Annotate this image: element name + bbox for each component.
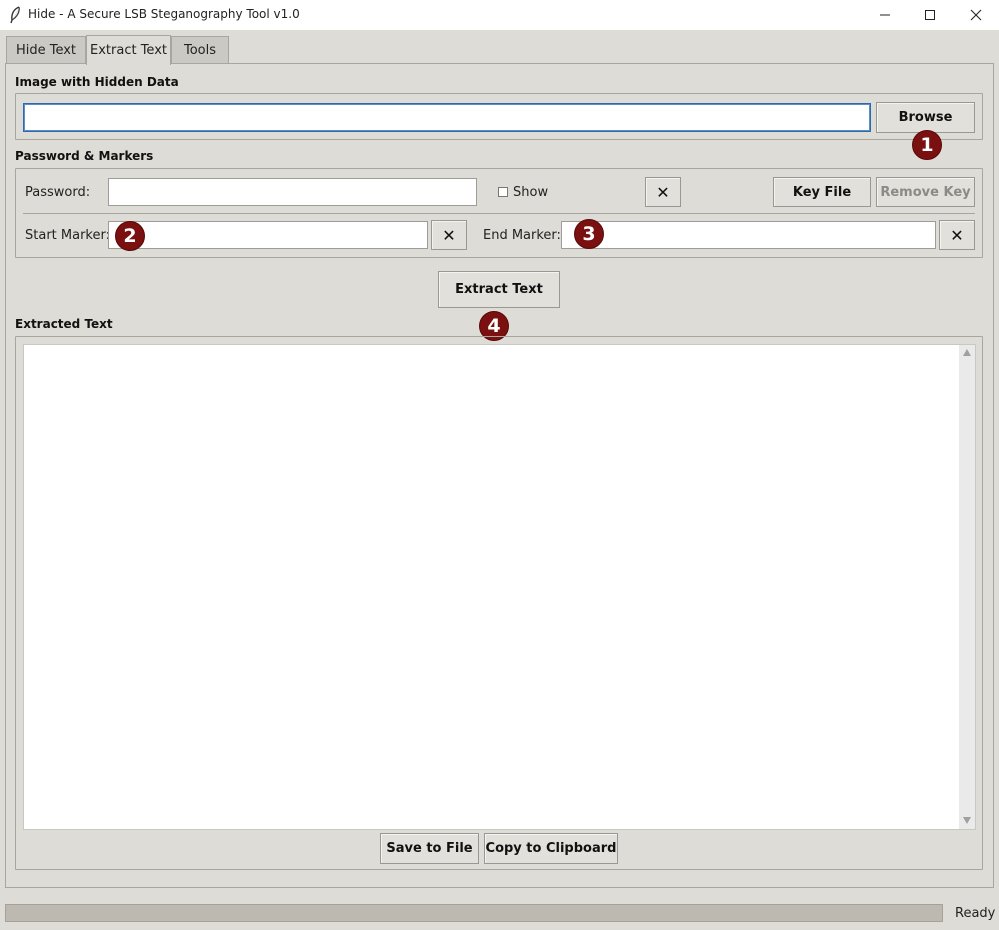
tab-hide-text[interactable]: Hide Text [6, 36, 86, 64]
minimize-icon [880, 14, 890, 16]
clear-start-marker-button[interactable]: ✕ [431, 220, 467, 250]
scroll-up-icon[interactable] [963, 349, 971, 356]
key-file-button[interactable]: Key File [773, 177, 871, 207]
clear-end-marker-button[interactable]: ✕ [939, 220, 975, 250]
window-title: Hide - A Secure LSB Steganography Tool v… [28, 7, 300, 21]
start-marker-input[interactable] [108, 221, 428, 249]
image-section-label: Image with Hidden Data [15, 75, 179, 89]
password-input[interactable] [108, 178, 477, 206]
status-text: Ready [955, 906, 996, 921]
extracted-text-content [24, 345, 975, 353]
password-divider [23, 213, 975, 214]
clear-icon: ✕ [442, 225, 456, 245]
save-to-file-button[interactable]: Save to File [380, 833, 479, 864]
show-password-checkbox[interactable] [498, 187, 508, 197]
output-section-label: Extracted Text [15, 317, 113, 331]
annotation-badge-1: 1 [912, 130, 942, 160]
start-marker-label: Start Marker: [25, 228, 110, 243]
browse-button[interactable]: Browse [876, 102, 975, 133]
clear-password-button[interactable]: ✕ [645, 177, 681, 207]
scroll-down-icon[interactable] [963, 817, 971, 824]
extract-text-button[interactable]: Extract Text [438, 271, 560, 308]
annotation-badge-2: 2 [115, 221, 145, 251]
clear-icon: ✕ [950, 225, 964, 245]
close-button[interactable] [953, 0, 999, 30]
tab-extract-text[interactable]: Extract Text [86, 35, 171, 65]
minimize-button[interactable] [862, 0, 908, 30]
end-marker-label: End Marker: [483, 228, 561, 243]
maximize-icon [925, 10, 935, 20]
vertical-scrollbar[interactable] [959, 345, 975, 829]
maximize-button[interactable] [907, 0, 953, 30]
feather-icon [10, 6, 20, 24]
remove-key-button[interactable]: Remove Key [876, 177, 975, 207]
title-bar: Hide - A Secure LSB Steganography Tool v… [0, 0, 999, 30]
extracted-text-area[interactable] [23, 344, 976, 830]
progress-bar [5, 904, 943, 922]
end-marker-input[interactable] [561, 221, 936, 249]
tab-tools[interactable]: Tools [171, 36, 229, 64]
image-path-input[interactable] [23, 103, 871, 132]
close-icon [970, 9, 982, 21]
password-label: Password: [25, 185, 91, 200]
show-password-label: Show [513, 185, 549, 200]
password-section-label: Password & Markers [15, 149, 154, 163]
annotation-badge-3: 3 [574, 219, 604, 249]
copy-to-clipboard-button[interactable]: Copy to Clipboard [484, 833, 618, 864]
clear-icon: ✕ [656, 182, 670, 202]
